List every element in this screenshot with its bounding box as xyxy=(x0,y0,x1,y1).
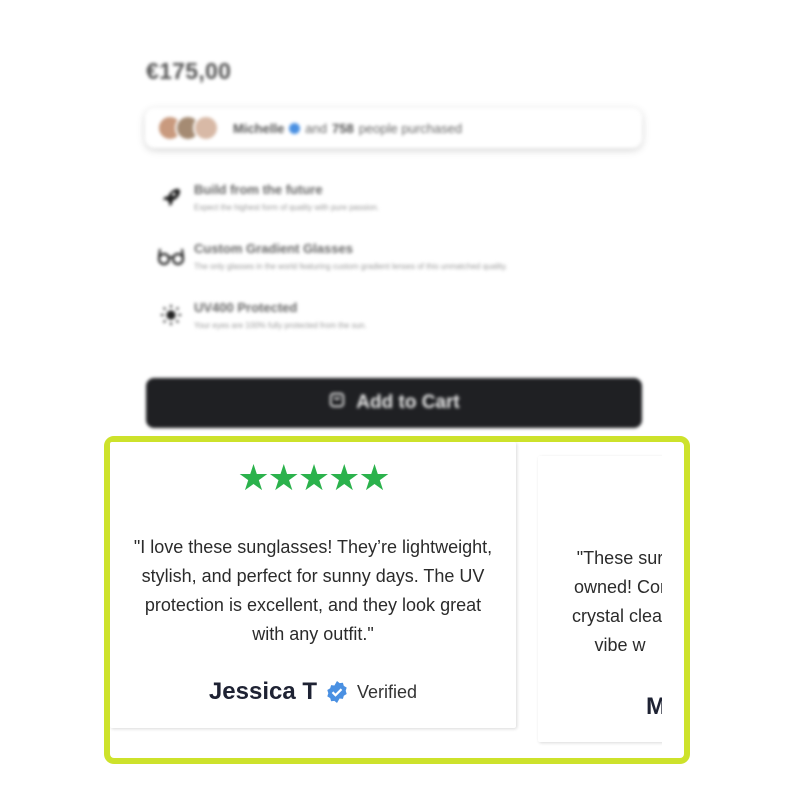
product-price: €175,00 xyxy=(146,58,232,84)
purchase-count: 758 xyxy=(332,120,354,136)
review-quote-line: with any outfit." xyxy=(252,624,374,644)
buyer-name: Michelle xyxy=(233,120,285,136)
connector-text: and xyxy=(305,120,327,136)
rating-stars: ★★★★★ xyxy=(237,457,390,498)
review-author: Jessica T Verified xyxy=(110,678,516,706)
review-quote: "I love these sunglasses! They’re lightw… xyxy=(110,533,516,649)
review-quote: "These sur owned! Cor crystal clear vibe… xyxy=(520,544,662,660)
avatar-group xyxy=(157,115,219,141)
verified-label: Verified xyxy=(357,681,418,702)
feature-description: Expect the highest form of quality with … xyxy=(194,203,379,212)
sun-icon xyxy=(156,300,186,330)
reviews-carousel[interactable]: ★★★★★ "I love these sunglasses! They’re … xyxy=(110,442,662,750)
verified-icon xyxy=(325,680,349,704)
feature-title: Build from the future xyxy=(194,182,323,197)
review-quote-line: stylish, and perfect for sunny days. The… xyxy=(141,566,485,586)
social-proof-bar: Michelle and 758 people purchased xyxy=(145,108,642,148)
glasses-icon xyxy=(156,241,186,271)
verified-icon xyxy=(289,122,301,134)
rocket-icon xyxy=(156,182,186,212)
social-proof-text: Michelle and 758 people purchased xyxy=(233,121,462,136)
product-details: €175,00 Michelle and 758 people purchase… xyxy=(0,0,800,440)
feature-description: Your eyes are 100% fully protected from … xyxy=(194,321,367,330)
review-quote-line: "These sur xyxy=(576,548,662,568)
feature-description: The only glasses in the world featuring … xyxy=(194,262,508,271)
author-name: M xyxy=(646,693,662,720)
feature-item: Custom Gradient Glasses The only glasses… xyxy=(156,241,507,271)
review-card: "These sur owned! Cor crystal clear vibe… xyxy=(538,456,662,742)
author-name: Jessica T xyxy=(208,678,318,705)
add-to-cart-label: Add to Cart xyxy=(356,392,460,413)
review-quote-line: "I love these sunglasses! They’re lightw… xyxy=(133,537,493,557)
feature-title: UV400 Protected xyxy=(194,300,298,315)
review-quote-line: crystal clear xyxy=(571,606,662,626)
add-to-cart-button[interactable]: Add to Cart xyxy=(146,378,642,428)
review-card: ★★★★★ "I love these sunglasses! They’re … xyxy=(110,442,516,728)
purchase-suffix: people purchased xyxy=(358,120,463,136)
feature-item: UV400 Protected Your eyes are 100% fully… xyxy=(156,300,367,330)
avatar xyxy=(193,115,219,141)
review-quote-line: owned! Cor xyxy=(573,577,662,597)
review-quote-line: vibe w xyxy=(594,635,646,655)
review-quote-line: protection is excellent, and they look g… xyxy=(144,595,482,615)
bag-icon xyxy=(328,391,346,415)
feature-title: Custom Gradient Glasses xyxy=(194,241,353,256)
feature-item: Build from the future Expect the highest… xyxy=(156,182,379,212)
